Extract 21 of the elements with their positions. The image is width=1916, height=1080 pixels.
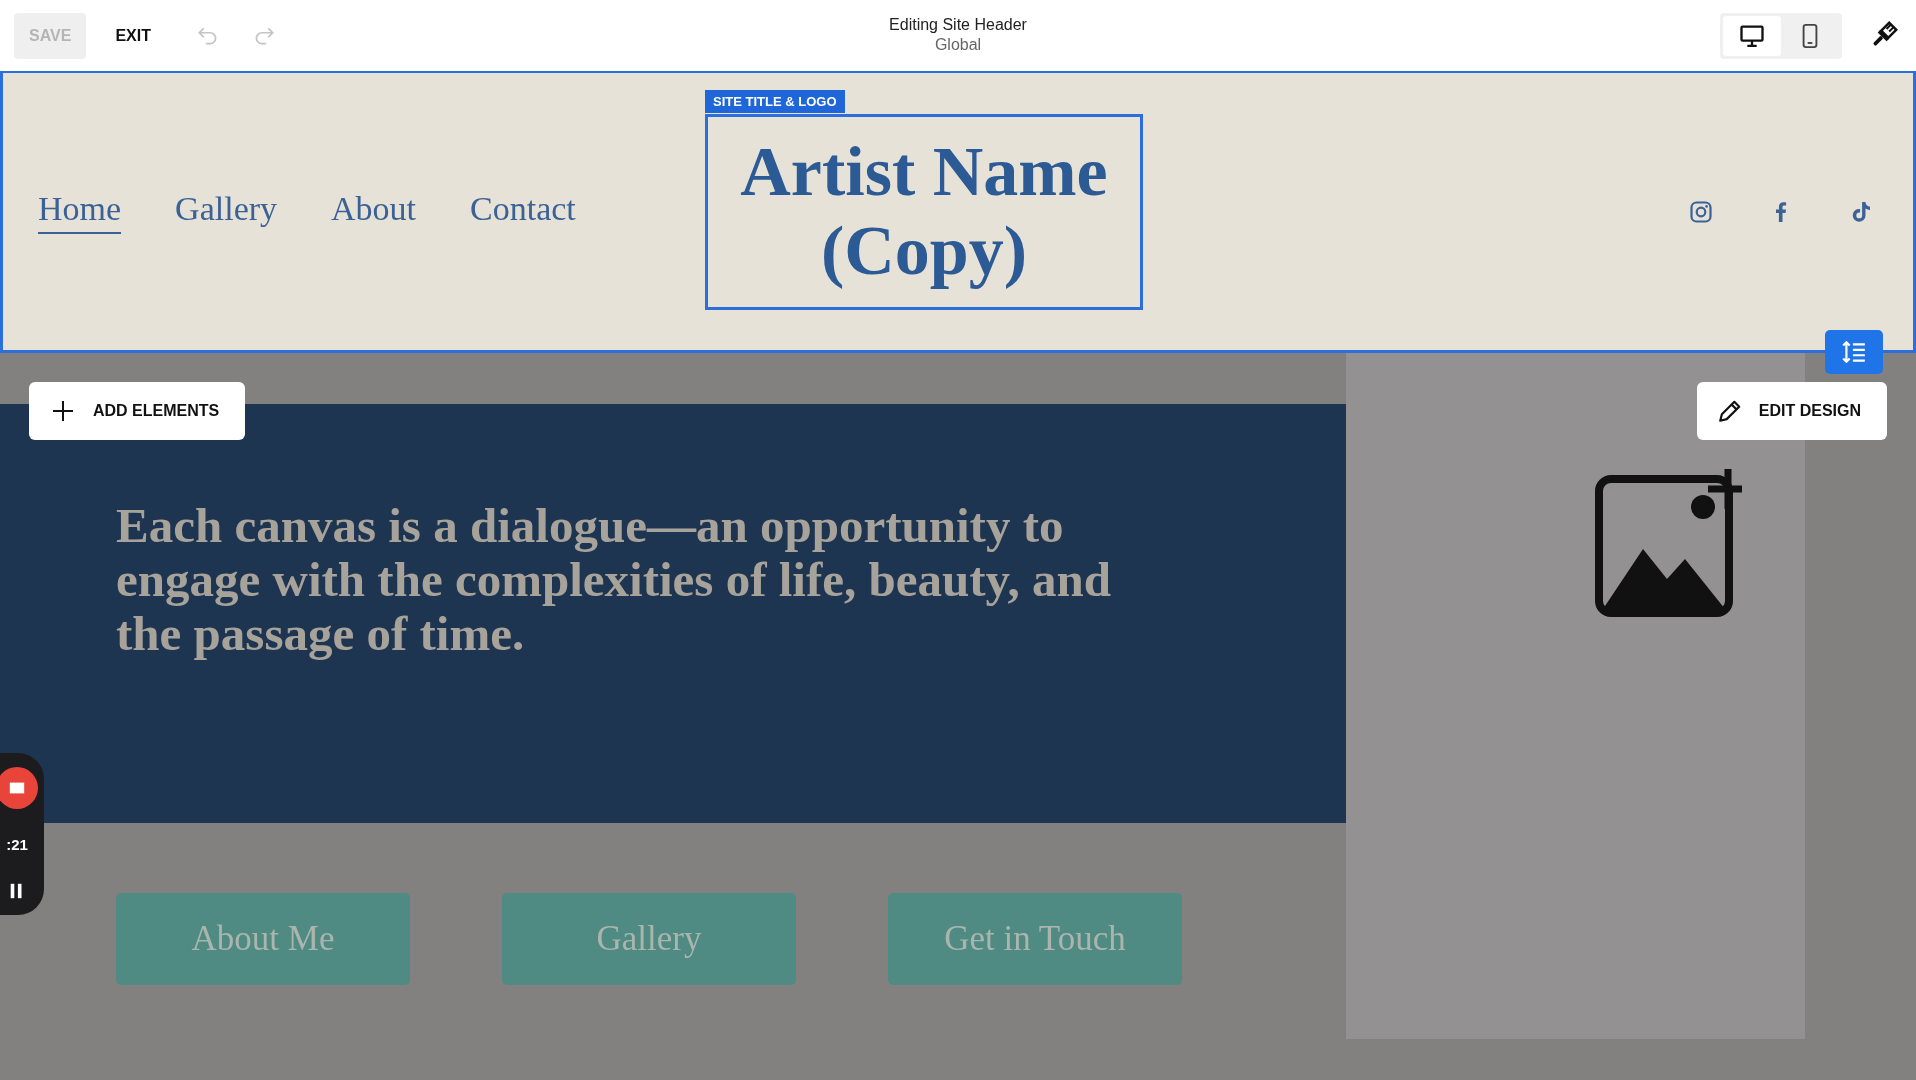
exit-button[interactable]: EXIT bbox=[100, 12, 166, 59]
nav-link[interactable]: Home bbox=[38, 189, 122, 234]
instagram-icon[interactable] bbox=[1689, 199, 1713, 224]
desktop-view-button[interactable] bbox=[1723, 15, 1781, 56]
add-image-icon[interactable] bbox=[1595, 469, 1745, 617]
nav-link[interactable]: About bbox=[331, 189, 417, 234]
spacing-button[interactable] bbox=[1825, 330, 1883, 374]
site-title-frame[interactable]: Artist Name (Copy) bbox=[705, 113, 1143, 310]
nav-link[interactable]: Gallery bbox=[175, 189, 278, 234]
plus-icon bbox=[51, 399, 75, 423]
edit-design-button[interactable]: EDIT DESIGN bbox=[1696, 382, 1887, 440]
stop-recording-button[interactable] bbox=[0, 766, 38, 809]
add-elements-button[interactable]: ADD ELEMENTS bbox=[29, 382, 246, 440]
quote-text: Each canvas is a dialogue—an opportunity to engage with the complexities of life, beauty, and the passage of time. bbox=[116, 499, 1112, 661]
recording-time: :21 bbox=[6, 836, 28, 854]
editing-title: Editing Site Header bbox=[889, 16, 1027, 34]
editing-subtitle: Global bbox=[934, 36, 982, 54]
pencil-icon bbox=[1716, 398, 1743, 424]
site-title: Artist Name (Copy) bbox=[739, 133, 1109, 290]
nav-link[interactable]: Contact bbox=[470, 189, 576, 234]
site-title-label: SITE TITLE & LOGO bbox=[705, 89, 845, 113]
